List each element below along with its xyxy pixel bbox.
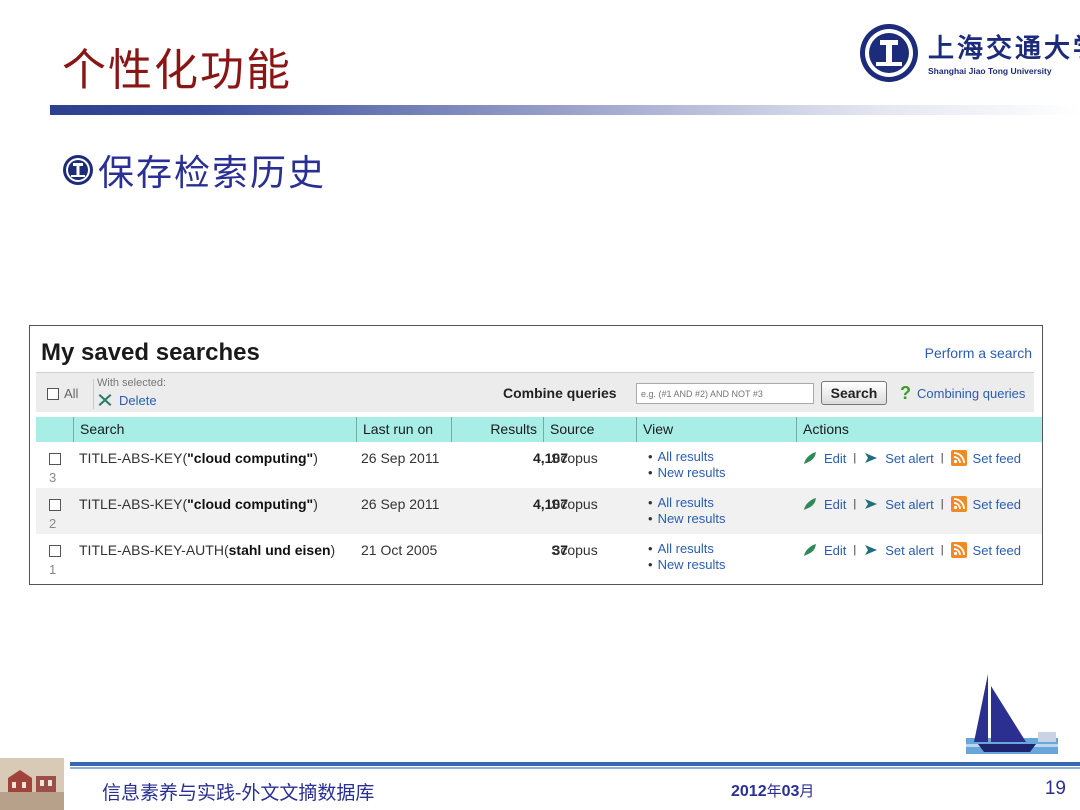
with-selected-label: With selected:: [97, 377, 167, 389]
all-results-link[interactable]: • All results: [648, 541, 725, 557]
perform-search-link[interactable]: Perform a search: [925, 345, 1032, 361]
all-results-link[interactable]: • All results: [648, 495, 725, 511]
logo-chinese-name: 上海交通大学: [928, 34, 1080, 64]
rss-feed-icon: [950, 450, 967, 466]
seal-bullet-icon: [63, 155, 93, 185]
row-actions: Edit | Set alert | Set feed: [802, 450, 1021, 466]
page-number: 19: [1044, 778, 1066, 799]
column-header-last-run: Last run on: [356, 417, 451, 442]
combining-queries-help-link[interactable]: ? Combining queries: [900, 383, 1025, 404]
set-feed-link[interactable]: Set feed: [973, 451, 1021, 466]
logo-english-name: Shanghai Jiao Tong University: [928, 66, 1052, 76]
edit-icon: [804, 498, 816, 510]
edit-link[interactable]: Edit: [824, 497, 846, 512]
row-number: 1: [49, 562, 57, 577]
alert-icon: [865, 545, 878, 555]
table-row: 1 TITLE-ABS-KEY-AUTH(stahl und eisen) 21…: [36, 534, 1042, 580]
last-run-date: 26 Sep 2011: [361, 496, 440, 512]
source-name: Scopus: [551, 450, 598, 466]
combine-queries-input[interactable]: [636, 383, 814, 404]
new-results-link[interactable]: • New results: [648, 557, 725, 573]
footer-divider-thin: [70, 767, 1080, 769]
set-feed-link[interactable]: Set feed: [973, 543, 1021, 558]
search-button[interactable]: Search: [821, 381, 887, 405]
delete-button[interactable]: Delete: [97, 392, 157, 408]
alert-icon: [865, 499, 878, 509]
combine-queries-label: Combine queries: [503, 385, 617, 401]
set-alert-link[interactable]: Set alert: [885, 543, 933, 558]
edit-link[interactable]: Edit: [824, 543, 846, 558]
view-links: • All results • New results: [648, 449, 725, 481]
source-name: Scopus: [551, 542, 598, 558]
action-separator: |: [853, 544, 857, 556]
delete-label: Delete: [119, 392, 157, 408]
action-separator: |: [853, 452, 857, 464]
select-all-label: All: [64, 386, 79, 401]
sailboat-icon: [966, 674, 1058, 754]
last-run-date: 21 Oct 2005: [361, 542, 438, 558]
view-links: • All results • New results: [648, 541, 725, 573]
row-actions: Edit | Set alert | Set feed: [802, 542, 1021, 558]
source-name: Scopus: [551, 496, 598, 512]
column-header-actions: Actions: [796, 417, 1042, 442]
rss-feed-icon: [950, 496, 967, 512]
all-results-link[interactable]: • All results: [648, 449, 725, 465]
edit-link[interactable]: Edit: [824, 451, 846, 466]
delete-x-icon: [98, 394, 112, 406]
searches-toolbar: All With selected: Delete Combine querie…: [36, 372, 1034, 412]
row-number: 3: [49, 470, 57, 485]
saved-searches-table: Search Last run on Results Source View A…: [36, 417, 1042, 580]
panel-title: My saved searches: [41, 339, 260, 366]
university-seal-icon: [860, 24, 918, 82]
column-header-search: Search: [73, 417, 356, 442]
bullet-item: 保存检索历史: [62, 148, 326, 194]
view-links: • All results • New results: [648, 495, 725, 527]
table-row: 2 TITLE-ABS-KEY("cloud computing") 26 Se…: [36, 488, 1042, 534]
slide-subtitle: 保存检索历史: [98, 153, 327, 194]
column-header-view: View: [636, 417, 796, 442]
combining-queries-label: Combining queries: [917, 386, 1026, 401]
title-divider: [50, 105, 1080, 115]
slide-title: 个性化功能: [62, 45, 292, 96]
search-query: TITLE-ABS-KEY("cloud computing"): [79, 496, 318, 512]
search-query: TITLE-ABS-KEY("cloud computing"): [79, 450, 318, 466]
set-alert-link[interactable]: Set alert: [885, 497, 933, 512]
set-alert-link[interactable]: Set alert: [885, 451, 933, 466]
footer-date: 2012年03月: [731, 782, 815, 800]
row-checkbox[interactable]: [49, 545, 61, 557]
new-results-link[interactable]: • New results: [648, 465, 725, 481]
set-feed-link[interactable]: Set feed: [973, 497, 1021, 512]
action-separator: |: [853, 498, 857, 510]
row-number: 2: [49, 516, 57, 531]
action-separator: |: [940, 498, 944, 510]
row-actions: Edit | Set alert | Set feed: [802, 496, 1021, 512]
campus-building-image: [0, 758, 64, 810]
row-checkbox[interactable]: [49, 453, 61, 465]
edit-icon: [804, 544, 816, 556]
column-header-results: Results: [451, 417, 543, 442]
toolbar-divider: [93, 379, 94, 409]
new-results-link[interactable]: • New results: [648, 511, 725, 527]
saved-searches-panel: My saved searches Perform a search All W…: [29, 325, 1043, 585]
select-all-checkbox[interactable]: [47, 387, 59, 400]
help-question-icon: ?: [900, 383, 911, 403]
last-run-date: 26 Sep 2011: [361, 450, 440, 466]
action-separator: |: [940, 452, 944, 464]
rss-feed-icon: [950, 542, 967, 558]
action-separator: |: [940, 544, 944, 556]
footer-divider: [70, 762, 1080, 766]
row-checkbox[interactable]: [49, 499, 61, 511]
select-all[interactable]: All: [47, 386, 78, 401]
column-header-source: Source: [543, 417, 636, 442]
table-row: 3 TITLE-ABS-KEY("cloud computing") 26 Se…: [36, 442, 1042, 488]
footer-course-title: 信息素养与实践-外文文摘数据库: [102, 782, 375, 804]
edit-icon: [804, 452, 816, 464]
university-logo: 上海交通大学 Shanghai Jiao Tong University: [858, 22, 1080, 90]
table-header: Search Last run on Results Source View A…: [36, 417, 1042, 442]
search-query: TITLE-ABS-KEY-AUTH(stahl und eisen): [79, 542, 336, 558]
alert-icon: [865, 453, 878, 463]
